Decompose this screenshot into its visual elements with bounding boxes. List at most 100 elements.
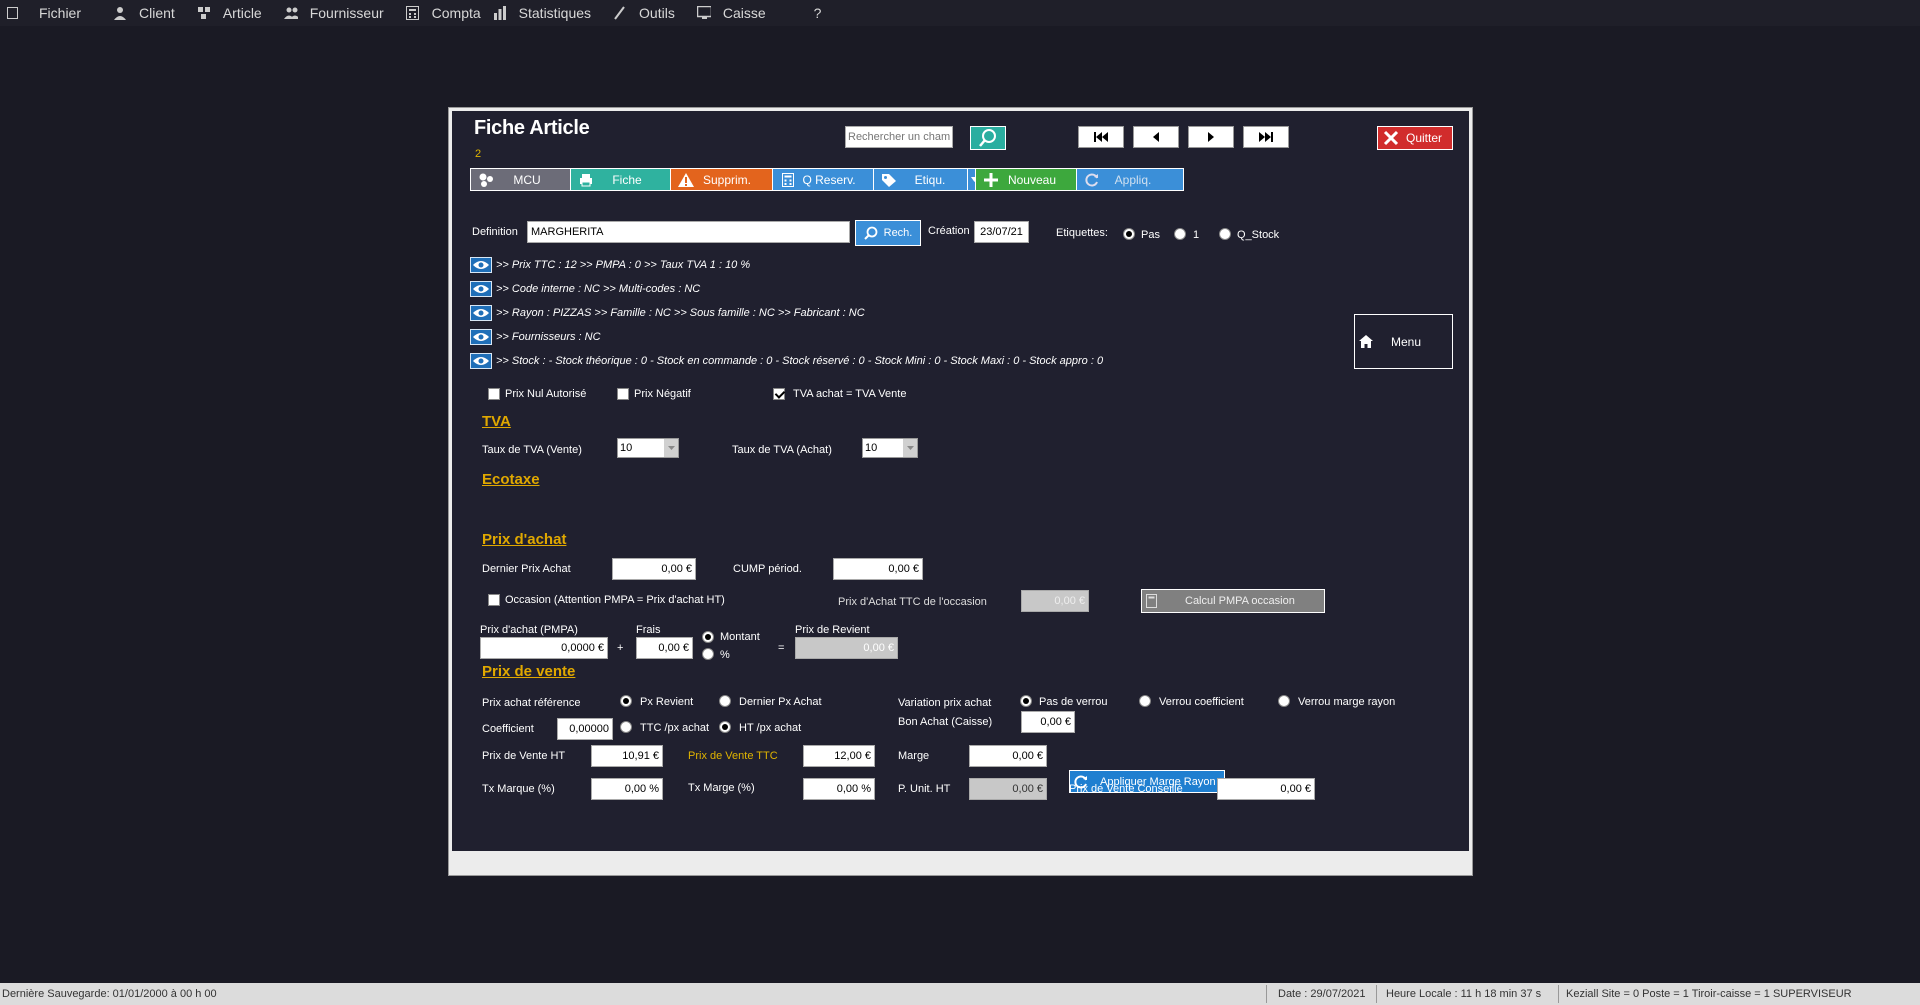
prix-vente-heading: Prix de vente [482, 663, 576, 680]
mcu-button[interactable]: MCU [470, 168, 578, 191]
eye-icon[interactable] [470, 329, 492, 345]
definition-input[interactable]: MARGHERITA [527, 221, 850, 243]
menu-statistiques[interactable]: Statistiques [487, 0, 597, 26]
marge-field[interactable]: 0,00 € [969, 745, 1047, 767]
first-record-button[interactable] [1078, 126, 1124, 148]
etiqu-button[interactable]: Etiqu. [873, 168, 981, 191]
dialog-title: Fiche Article [474, 117, 590, 139]
refresh-icon [1081, 173, 1103, 187]
menu-caisse[interactable]: Caisse [691, 0, 772, 26]
skip-last-icon [1259, 132, 1273, 142]
menu-compta[interactable]: Compta [400, 0, 487, 26]
eye-icon[interactable] [470, 281, 492, 297]
menu-button[interactable]: Menu [1354, 314, 1453, 369]
pmpa-label: Prix d'achat (PMPA) [480, 624, 578, 636]
menu-article[interactable]: Article [191, 0, 268, 26]
info-line-stock: >> Stock : - Stock théorique : 0 - Stock… [470, 353, 1103, 369]
field-search-input[interactable] [845, 126, 953, 148]
occasion-checkbox[interactable] [488, 594, 500, 606]
frais-pct-label: % [720, 649, 730, 661]
menu-fournisseur[interactable]: Fournisseur [278, 0, 390, 26]
search-button[interactable] [970, 126, 1006, 150]
circles-icon [475, 173, 497, 187]
quit-button[interactable]: Quitter [1377, 126, 1453, 150]
menu-article-label: Article [222, 5, 262, 21]
menu-client[interactable]: Client [107, 0, 181, 26]
cump-field[interactable]: 0,00 € [833, 558, 923, 580]
plus-sign: + [617, 642, 624, 654]
prix-negatif-checkbox[interactable] [617, 388, 629, 400]
fiche-button[interactable]: Fiche [570, 168, 678, 191]
calculator-icon [777, 172, 799, 187]
pv-ttc-field[interactable]: 12,00 € [803, 745, 875, 767]
frais-pct-radio[interactable] [702, 648, 714, 660]
calcul-pmpa-button[interactable]: Calcul PMPA occasion [1141, 589, 1325, 613]
calculator-icon [1146, 594, 1157, 608]
ht-px-achat-label: HT /px achat [739, 722, 802, 734]
tva-achat-select[interactable]: 10 [862, 438, 918, 458]
verrou-coefficient-radio[interactable] [1139, 695, 1151, 707]
tva-vente-select[interactable]: 10 [617, 438, 679, 458]
eye-icon[interactable] [470, 305, 492, 321]
etiquettes-radio-qstock[interactable] [1219, 228, 1231, 240]
q-reserv-button[interactable]: Q Reserv. [772, 168, 880, 191]
next-icon [1208, 132, 1214, 142]
tx-marge-label: Tx Marge (%) [688, 782, 755, 794]
frais-montant-radio[interactable] [702, 631, 714, 643]
menu-label: Menu [1391, 334, 1422, 349]
ht-px-achat-radio[interactable] [719, 721, 731, 733]
etiquettes-radio-pas[interactable] [1123, 228, 1135, 240]
printer-icon [575, 173, 597, 187]
cump-label: CUMP périod. [733, 563, 802, 575]
marge-label: Marge [898, 750, 930, 762]
dernier-prix-achat-field[interactable]: 0,00 € [612, 558, 696, 580]
next-record-button[interactable] [1188, 126, 1234, 148]
ref-dernier-px-radio[interactable] [719, 695, 731, 707]
pv-ht-field[interactable]: 10,91 € [591, 745, 663, 767]
prix-conseille-label: Prix de Vente Conseillé [1069, 783, 1183, 795]
ref-px-revient-label: Px Revient [640, 696, 694, 708]
coefficient-field[interactable]: 0,00000 [557, 718, 613, 740]
status-session: Keziall Site = 0 Poste = 1 Tiroir-caisse… [1566, 988, 1852, 1000]
tx-marque-field[interactable]: 0,00 % [591, 778, 663, 800]
creation-date-field[interactable]: 23/07/21 [974, 221, 1029, 243]
user-icon [113, 6, 127, 20]
eye-icon[interactable] [470, 353, 492, 369]
prix-conseille-field[interactable]: 0,00 € [1217, 778, 1315, 800]
tva-achat-checkbox[interactable] [773, 388, 785, 400]
appliq-button[interactable]: Appliq. [1076, 168, 1184, 191]
rech-button[interactable]: Rech. [855, 220, 921, 246]
verrou-marge-radio[interactable] [1278, 695, 1290, 707]
menu-caisse-label: Caisse [722, 5, 766, 21]
etiquettes-radio-1[interactable] [1174, 228, 1186, 240]
pv-ttc-label: Prix de Vente TTC [688, 750, 778, 762]
info-line-fournisseurs: >> Fournisseurs : NC [470, 329, 601, 345]
supprim-button[interactable]: Supprim. [670, 168, 778, 191]
label-tag-icon [878, 173, 900, 187]
menu-fichier[interactable]: Fichier [0, 0, 87, 26]
ref-px-revient-radio[interactable] [620, 695, 632, 707]
bon-achat-label: Bon Achat (Caisse) [898, 716, 993, 728]
menu-help-label: ? [813, 5, 822, 21]
bon-achat-field[interactable]: 0,00 € [1021, 711, 1075, 733]
tx-marge-field[interactable]: 0,00 % [803, 778, 875, 800]
status-time: Heure Locale : 11 h 18 min 37 s [1386, 988, 1542, 1000]
nouveau-button[interactable]: Nouveau [975, 168, 1083, 191]
eye-icon[interactable] [470, 257, 492, 273]
menu-client-label: Client [139, 5, 175, 21]
previous-icon [1153, 132, 1159, 142]
previous-record-button[interactable] [1133, 126, 1179, 148]
pmpa-field[interactable]: 0,0000 € [480, 637, 608, 659]
tva-heading: TVA [482, 413, 511, 430]
ttc-px-achat-radio[interactable] [620, 721, 632, 733]
menu-help[interactable]: ? [808, 0, 828, 26]
ref-dernier-px-label: Dernier Px Achat [739, 696, 822, 708]
tva-vente-label: Taux de TVA (Vente) [482, 444, 582, 456]
prix-nul-checkbox[interactable] [488, 388, 500, 400]
last-record-button[interactable] [1243, 126, 1289, 148]
pas-de-verrou-radio[interactable] [1020, 695, 1032, 707]
tva-achat-value: 10 [865, 442, 878, 454]
article-id: 2 [475, 148, 482, 160]
frais-field[interactable]: 0,00 € [636, 637, 693, 659]
menu-outils[interactable]: Outils [607, 0, 681, 26]
